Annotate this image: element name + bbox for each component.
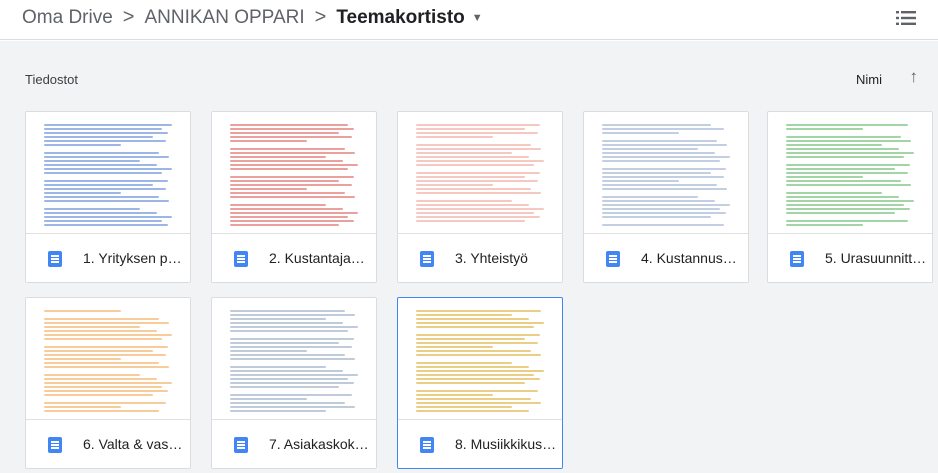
- file-name: 7. Asiakaskokemus: [269, 436, 371, 452]
- file-card[interactable]: 4. Kustannussopimus: [583, 111, 749, 283]
- file-name: 4. Kustannussopimus: [641, 250, 743, 266]
- breadcrumb-separator: >: [314, 6, 327, 28]
- google-docs-icon: [48, 251, 62, 267]
- file-card[interactable]: 5. Urasuunnittelu: [767, 111, 933, 283]
- file-name: 2. Kustantajan valinta: [269, 250, 371, 266]
- file-card[interactable]: 6. Valta & vastuu: [25, 297, 191, 469]
- arrow-up-icon[interactable]: ↑: [910, 67, 919, 87]
- google-docs-icon: [48, 437, 62, 453]
- file-card[interactable]: 7. Asiakaskokemus: [211, 297, 377, 469]
- file-name: 3. Yhteistyö: [455, 250, 528, 266]
- google-docs-icon: [790, 251, 804, 267]
- document-thumbnail: [26, 298, 190, 419]
- file-card-footer: 6. Valta & vastuu: [26, 419, 190, 468]
- document-thumbnail: [212, 112, 376, 233]
- document-thumbnail: [768, 112, 932, 233]
- file-card[interactable]: 3. Yhteistyö: [397, 111, 563, 283]
- document-thumbnail: [398, 298, 562, 419]
- file-name: 6. Valta & vastuu: [83, 436, 185, 452]
- folder-menu-caret-icon[interactable]: ▼: [472, 12, 483, 24]
- file-card-footer: 5. Urasuunnittelu: [768, 233, 932, 282]
- section-heading-files: Tiedostot: [25, 72, 78, 87]
- document-thumbnail: [26, 112, 190, 233]
- list-view-icon[interactable]: [896, 10, 916, 26]
- document-thumbnail: [584, 112, 748, 233]
- google-docs-icon: [234, 437, 248, 453]
- document-thumbnail: [212, 298, 376, 419]
- top-bar: Oma Drive > ANNIKAN OPPARI > Teemakortis…: [0, 0, 938, 40]
- document-thumbnail: [398, 112, 562, 233]
- file-card-footer: 2. Kustantajan valinta: [212, 233, 376, 282]
- google-docs-icon: [420, 251, 434, 267]
- sort-by-name-button[interactable]: Nimi: [856, 72, 882, 87]
- file-name: 5. Urasuunnittelu: [825, 250, 927, 266]
- file-card-footer: 4. Kustannussopimus: [584, 233, 748, 282]
- file-card[interactable]: 2. Kustantajan valinta: [211, 111, 377, 283]
- file-card[interactable]: 8. Musiikkikustantaminen: [397, 297, 563, 469]
- breadcrumb: Oma Drive > ANNIKAN OPPARI > Teemakortis…: [22, 6, 483, 29]
- file-card-footer: 1. Yrityksen perustaminen: [26, 233, 190, 282]
- file-name: 1. Yrityksen perustaminen: [83, 250, 185, 266]
- file-card-footer: 8. Musiikkikustantaminen: [398, 419, 562, 468]
- file-card[interactable]: 1. Yrityksen perustaminen: [25, 111, 191, 283]
- google-docs-icon: [606, 251, 620, 267]
- breadcrumb-separator: >: [122, 6, 135, 28]
- file-name: 8. Musiikkikustantaminen: [455, 436, 557, 452]
- breadcrumb-item-annikan-oppari[interactable]: ANNIKAN OPPARI: [144, 7, 304, 29]
- google-docs-icon: [234, 251, 248, 267]
- breadcrumb-item-oma-drive[interactable]: Oma Drive: [22, 7, 113, 29]
- file-card-footer: 7. Asiakaskokemus: [212, 419, 376, 468]
- google-docs-icon: [420, 437, 434, 453]
- breadcrumb-item-current-folder[interactable]: Teemakortisto: [336, 7, 464, 29]
- file-card-footer: 3. Yhteistyö: [398, 233, 562, 282]
